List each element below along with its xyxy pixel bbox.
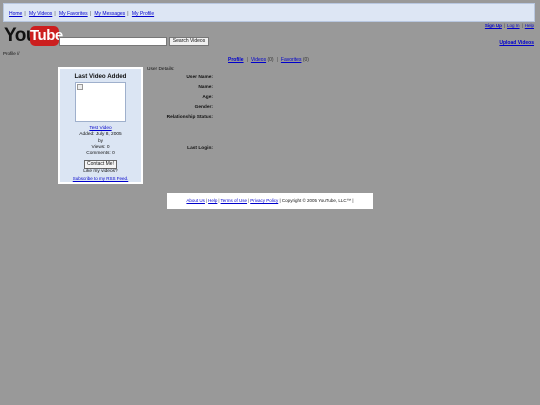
video-thumbnail[interactable] [75, 82, 126, 122]
footer-about-link[interactable]: About Us [186, 198, 205, 203]
youtube-logo[interactable]: You Tube [4, 25, 63, 47]
upload-videos-link[interactable]: Upload Videos [499, 40, 534, 46]
footer-copyright: | Copyright © 2005 YouTube, LLC™ | [279, 198, 354, 203]
user-name-label: User Name: [186, 75, 213, 80]
footer-separator: | [205, 198, 208, 203]
footer-separator: | [218, 198, 220, 203]
log-in-link[interactable]: Log In [507, 23, 520, 28]
nav-separator: | [89, 11, 91, 17]
last-video-card: Last Video Added Test Video Added: July … [58, 67, 143, 184]
last-login-label: Last Login: [187, 146, 213, 151]
account-separator: | [521, 23, 523, 28]
tab-profile[interactable]: Profile [228, 57, 244, 63]
sign-up-link[interactable]: Sign Up [485, 23, 502, 28]
tab-separator: | [246, 57, 248, 63]
broken-image-icon [77, 84, 83, 90]
breadcrumb: Profile // [3, 51, 20, 56]
logo-tube-text: Tube [30, 26, 63, 46]
age-label: Age: [202, 95, 213, 100]
nav-link-my-profile[interactable]: My Profile [132, 11, 154, 17]
nav-link-my-videos[interactable]: My Videos [29, 11, 52, 17]
nav-separator: | [24, 11, 26, 17]
help-link[interactable]: Help [525, 23, 534, 28]
account-separator: | [503, 23, 506, 28]
search-input[interactable] [59, 37, 167, 46]
nav-link-my-favorites[interactable]: My Favorites [59, 11, 88, 17]
account-links: Sign Up | Log In | Help [485, 23, 534, 28]
profile-tabs: Profile | Videos (0) | Favorites (0) [228, 57, 309, 63]
nav-separator: | [127, 11, 129, 17]
gender-label: Gender: [194, 105, 213, 110]
top-nav-bar: Home | My Videos | My Favorites | My Messag… [3, 3, 535, 22]
favorites-count: (0) [302, 57, 309, 63]
nav-link-home[interactable]: Home [9, 11, 22, 17]
user-details-header: User Details: [147, 67, 175, 72]
videos-count: (0) [267, 57, 274, 63]
footer: About Us|Help|Terms of Use|Privacy Polic… [167, 193, 373, 209]
footer-terms-link[interactable]: Terms of Use [221, 198, 248, 203]
top-nav-links: Home | My Videos | My Favorites | My Messag… [9, 11, 156, 17]
nav-separator: | [54, 11, 56, 17]
name-label: Name: [198, 85, 213, 90]
test-video-link[interactable]: Test Video [89, 126, 111, 131]
rss-subscribe-link[interactable]: Subscribe to my RSS Feed. [73, 176, 129, 181]
tab-favorites[interactable]: Favorites [281, 57, 302, 63]
last-video-panel: Last Video Added Test Video Added: July … [60, 69, 141, 182]
relationship-status-label: Relationship Status: [166, 115, 213, 120]
tab-videos[interactable]: Videos [251, 57, 266, 63]
last-video-title: Last Video Added [74, 73, 127, 80]
search-videos-button[interactable]: Search Videos [169, 37, 209, 46]
nav-link-my-messages[interactable]: My Messages [94, 11, 125, 17]
tab-separator: | [276, 57, 278, 63]
footer-privacy-link[interactable]: Privacy Policy [250, 198, 278, 203]
footer-help-link[interactable]: Help [208, 198, 217, 203]
